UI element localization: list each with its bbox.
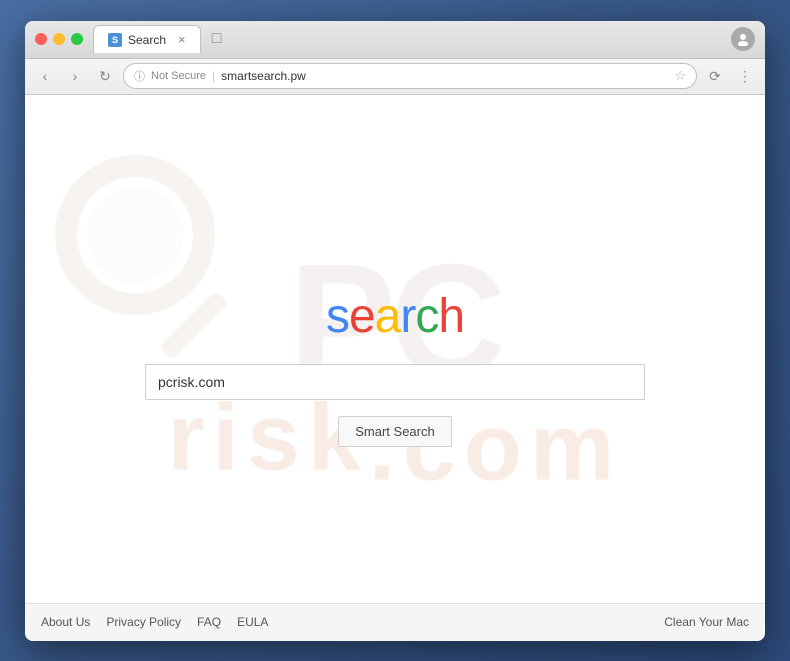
bookmark-icon[interactable]: ☆ (674, 68, 686, 84)
logo-h: h (438, 290, 464, 343)
url-text: smartsearch.pw (221, 69, 306, 83)
tab-title: Search (128, 33, 166, 47)
separator: | (212, 69, 215, 83)
refresh-icon: ↻ (99, 68, 111, 85)
menu-icon: ⋮ (738, 68, 752, 85)
new-tab-button[interactable]: □ (207, 29, 227, 49)
search-logo: search (326, 289, 464, 344)
search-input[interactable] (145, 364, 645, 400)
search-box-container: Smart Search (145, 364, 645, 447)
window-controls (35, 33, 83, 45)
main-content: search Smart Search (25, 289, 765, 447)
footer-eula[interactable]: EULA (237, 615, 268, 629)
back-icon: ‹ (43, 68, 48, 84)
tab-favicon: S (108, 33, 122, 47)
page-footer: About Us Privacy Policy FAQ EULA Clean Y… (25, 603, 765, 641)
favicon-letter: S (112, 35, 118, 45)
smart-search-button[interactable]: Smart Search (338, 416, 451, 447)
browser-window: S Search × □ ‹ › ↻ ⓘ Not Secure | (25, 21, 765, 641)
magnifier-inner (87, 187, 183, 283)
logo-c: c (415, 290, 438, 343)
footer-privacy-policy[interactable]: Privacy Policy (106, 615, 181, 629)
refresh-button[interactable]: ↻ (93, 64, 117, 88)
profile-icon[interactable] (731, 27, 755, 51)
footer-clean-mac[interactable]: Clean Your Mac (664, 615, 749, 629)
footer-about-us[interactable]: About Us (41, 615, 90, 629)
page-content: PC risk .com search Smart Search About U… (25, 95, 765, 641)
title-bar: S Search × □ (25, 21, 765, 59)
minimize-button[interactable] (53, 33, 65, 45)
footer-links: About Us Privacy Policy FAQ EULA (41, 615, 268, 629)
security-icon: ⓘ (134, 68, 145, 84)
footer-right: Clean Your Mac (664, 615, 749, 629)
logo-s: s (326, 290, 349, 343)
nav-bar: ‹ › ↻ ⓘ Not Secure | smartsearch.pw ☆ ⟳ … (25, 59, 765, 95)
logo-r: r (400, 290, 415, 343)
logo-a: a (375, 290, 401, 343)
address-bar[interactable]: ⓘ Not Secure | smartsearch.pw ☆ (123, 63, 697, 89)
back-button[interactable]: ‹ (33, 64, 57, 88)
menu-button[interactable]: ⋮ (733, 64, 757, 88)
forward-button[interactable]: › (63, 64, 87, 88)
tab-close-button[interactable]: × (178, 33, 186, 46)
footer-faq[interactable]: FAQ (197, 615, 221, 629)
browser-tab[interactable]: S Search × (93, 25, 201, 53)
tab-area: S Search × □ (93, 25, 731, 53)
reload-button[interactable]: ⟳ (703, 64, 727, 88)
forward-icon: › (73, 68, 78, 84)
security-label: Not Secure (151, 70, 206, 82)
reload-icon: ⟳ (709, 68, 721, 85)
close-button[interactable] (35, 33, 47, 45)
maximize-button[interactable] (71, 33, 83, 45)
logo-e: e (349, 290, 375, 343)
